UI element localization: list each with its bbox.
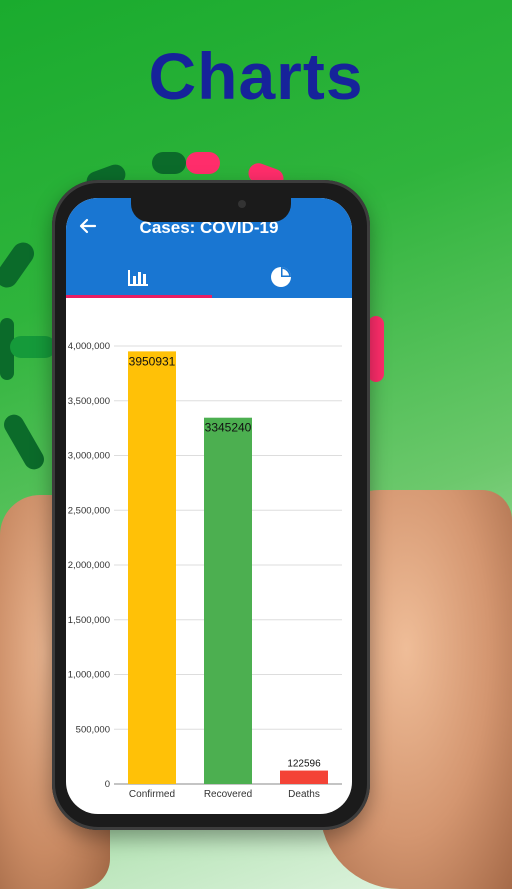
y-tick-label: 3,500,000 xyxy=(68,396,110,407)
y-tick-label: 0 xyxy=(105,779,110,790)
bar-value-label: 122596 xyxy=(287,759,321,770)
y-tick-label: 500,000 xyxy=(76,724,110,735)
x-tick-label: Confirmed xyxy=(129,789,175,800)
phone-notch xyxy=(131,188,291,222)
tab-bar-chart[interactable] xyxy=(66,256,209,298)
y-tick-label: 1,000,000 xyxy=(68,670,110,681)
front-camera xyxy=(238,200,246,208)
bar-deaths xyxy=(280,770,328,784)
y-tick-label: 3,000,000 xyxy=(68,451,110,462)
pie-chart-icon xyxy=(270,267,291,287)
headline-title: Charts xyxy=(148,39,364,113)
y-tick-label: 4,000,000 xyxy=(68,341,110,352)
bar-value-label: 3345240 xyxy=(205,421,252,435)
bar-recovered xyxy=(204,417,252,784)
bar-value-label: 3950931 xyxy=(129,354,176,368)
phone-screen: Cases: COVID-19 0 500,000 1,000,000 1,500,0… xyxy=(66,198,352,814)
x-tick-label: Deaths xyxy=(288,789,320,800)
bar-chart-icon xyxy=(127,270,148,286)
bar-chart: 0 500,000 1,000,000 1,500,000 2,000,000 2,500… xyxy=(68,341,342,800)
x-tick-label: Recovered xyxy=(204,789,252,800)
bar-confirmed xyxy=(128,351,176,784)
y-tick-label: 2,000,000 xyxy=(68,560,110,571)
y-tick-label: 1,500,000 xyxy=(68,615,110,626)
y-tick-label: 2,500,000 xyxy=(68,505,110,516)
tab-pie-chart[interactable] xyxy=(209,256,352,298)
